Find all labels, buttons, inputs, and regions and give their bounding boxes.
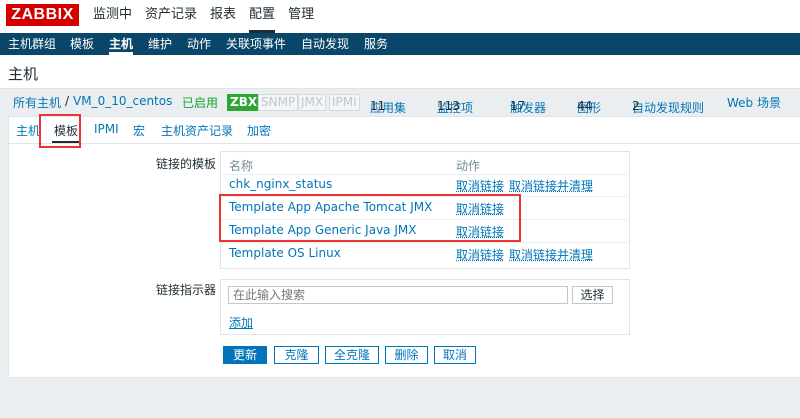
template-name-chk-nginx[interactable]: chk_nginx_status	[229, 177, 332, 191]
sub-menu: 主机群组 模板 主机 维护 动作 关联项事件 自动发现 服务	[0, 33, 800, 55]
unlink-and-clear-button[interactable]: 取消链接并清理	[509, 177, 593, 194]
unlink-button[interactable]: 取消链接	[456, 223, 504, 240]
row-divider	[220, 242, 628, 243]
breadcrumb-separator: /	[65, 94, 70, 108]
submenu-correlation[interactable]: 关联项事件	[226, 33, 286, 55]
clone-button[interactable]: 克隆	[274, 346, 319, 364]
web-scenarios-link[interactable]: Web 场景	[727, 94, 781, 111]
tab-inventory[interactable]: 主机资产记录	[161, 122, 233, 139]
zabbix-logo[interactable]: ZABBIX	[6, 4, 79, 26]
row-divider	[220, 196, 628, 197]
tab-host[interactable]: 主机	[16, 122, 40, 139]
submenu-host-groups[interactable]: 主机群组	[8, 33, 56, 55]
unlink-and-clear-button[interactable]: 取消链接并清理	[509, 246, 593, 263]
menu-inventory[interactable]: 资产记录	[145, 0, 197, 33]
top-bar: ZABBIX 监测中 资产记录 报表 配置 管理	[0, 0, 800, 33]
column-action: 动作	[456, 159, 481, 173]
main-menu: 监测中 资产记录 报表 配置 管理	[93, 0, 327, 33]
tab-ipmi[interactable]: IPMI	[94, 122, 119, 136]
select-button[interactable]: 选择	[572, 286, 613, 304]
submenu-services[interactable]: 服务	[364, 33, 388, 55]
snmp-availability-badge: SNMP	[258, 94, 299, 111]
tab-templates[interactable]: 模板	[51, 122, 81, 143]
row-divider	[220, 174, 628, 175]
menu-reports[interactable]: 报表	[210, 0, 236, 33]
menu-monitoring[interactable]: 监测中	[93, 0, 132, 33]
zbx-availability-badge: ZBX	[227, 94, 261, 111]
delete-button[interactable]: 删除	[385, 346, 428, 364]
template-search-input[interactable]	[228, 286, 568, 304]
add-link[interactable]: 添加	[229, 314, 253, 331]
submenu-actions[interactable]: 动作	[187, 33, 211, 55]
submenu-templates[interactable]: 模板	[70, 33, 94, 55]
form-tabs: 主机 模板 IPMI 宏 主机资产记录 加密	[9, 117, 800, 144]
update-button[interactable]: 更新	[223, 346, 267, 364]
ipmi-availability-badge: IPMI	[329, 94, 360, 111]
submenu-maintenance[interactable]: 维护	[148, 33, 172, 55]
linked-templates-label: 链接的模板	[156, 157, 217, 171]
submenu-discovery[interactable]: 自动发现	[301, 33, 349, 55]
row-divider	[220, 219, 628, 220]
template-name-os-linux[interactable]: Template OS Linux	[229, 246, 341, 260]
template-name-generic-java-jmx[interactable]: Template App Generic Java JMX	[229, 223, 416, 237]
breadcrumb-host[interactable]: VM_0_10_centos	[73, 94, 172, 108]
unlink-button[interactable]: 取消链接	[456, 177, 504, 194]
breadcrumb: 所有主机 / VM_0_10_centos 已启用 ZBX SNMP JMX I…	[0, 89, 800, 115]
jmx-availability-badge: JMX	[298, 94, 327, 111]
page-title: 主机	[8, 65, 39, 83]
menu-administration[interactable]: 管理	[288, 0, 314, 33]
unlink-button[interactable]: 取消链接	[456, 246, 504, 263]
breadcrumb-all-hosts[interactable]: 所有主机	[13, 94, 61, 111]
page-header: 主机	[0, 55, 800, 89]
full-clone-button[interactable]: 全克隆	[325, 346, 379, 364]
cancel-button[interactable]: 取消	[434, 346, 476, 364]
tab-macros[interactable]: 宏	[133, 122, 145, 139]
unlink-button[interactable]: 取消链接	[456, 200, 504, 217]
tab-encryption[interactable]: 加密	[247, 122, 271, 139]
submenu-hosts[interactable]: 主机	[109, 33, 134, 55]
link-indicator-label: 链接指示器	[156, 283, 217, 297]
host-status[interactable]: 已启用	[182, 94, 218, 111]
column-name: 名称	[229, 159, 254, 173]
menu-configuration[interactable]: 配置	[249, 0, 276, 33]
template-name-apache-tomcat-jmx[interactable]: Template App Apache Tomcat JMX	[229, 200, 432, 214]
